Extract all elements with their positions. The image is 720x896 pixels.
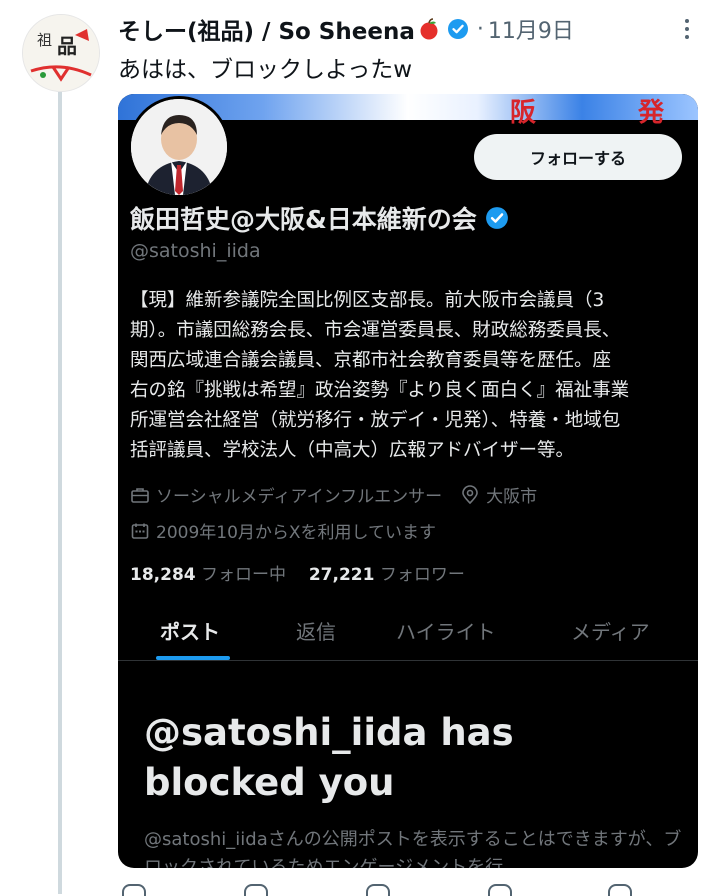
- separator-dot: ·: [476, 16, 484, 42]
- active-tab-indicator: [156, 656, 230, 660]
- repost-icon[interactable]: [244, 884, 268, 896]
- svg-text:品: 品: [57, 34, 77, 58]
- apple-emoji-icon: [417, 17, 441, 41]
- profile-display-name: 飯田哲史@大阪&日本維新の会: [130, 200, 509, 236]
- followers-count[interactable]: 27,221: [309, 565, 375, 585]
- bio-line: 【現】維新参議院全国比例区支部長。前大阪市会議員（3: [130, 290, 605, 311]
- bio-line: 関西広域連合議会議員、京都市社会教育委員等を歴任。座: [130, 350, 612, 371]
- blocked-description: @satoshi_iidaさんの公開ポストを表示することはできますが、ブロックさ…: [144, 829, 682, 868]
- tab-highlights[interactable]: ハイライト: [396, 616, 496, 645]
- tweet-actions: [118, 884, 698, 896]
- verified-badge-icon: [447, 18, 469, 40]
- views-icon[interactable]: [488, 884, 512, 896]
- author-avatar[interactable]: 祖 品: [22, 14, 100, 92]
- profile-tabs: ポスト 返信 ハイライト メディア: [118, 600, 698, 661]
- profile-joined-row: 2009年10月からXを利用しています: [130, 518, 436, 543]
- profile-info-row: ソーシャルメディアインフルエンサー 大阪市: [130, 482, 537, 507]
- svg-text:祖: 祖: [37, 31, 52, 49]
- tab-posts[interactable]: ポスト: [160, 616, 220, 645]
- profile-stats: 18,284 フォロー中 27,221 フォロワー: [130, 560, 465, 585]
- more-options-icon[interactable]: [674, 16, 700, 42]
- thread-line: [58, 92, 62, 894]
- tweet-date[interactable]: 11月9日: [488, 13, 574, 45]
- profile-bio: 【現】維新参議院全国比例区支部長。前大阪市会議員（3 期）。市議団総務会長、市会…: [130, 286, 690, 466]
- calendar-icon: [131, 523, 149, 539]
- author-name[interactable]: そしー(祖品) / So Sheena: [118, 12, 415, 46]
- like-icon[interactable]: [366, 884, 390, 896]
- reply-icon[interactable]: [122, 884, 146, 896]
- tab-media[interactable]: メディア: [571, 616, 650, 645]
- profile-display-name-text: 飯田哲史@大阪&日本維新の会: [130, 205, 477, 234]
- embedded-profile-screenshot[interactable]: 阪 発 フォローする 飯田哲史@大阪&日本維新の会 @satoshi_iida …: [118, 94, 698, 868]
- following-count[interactable]: 18,284: [130, 565, 196, 585]
- follow-button[interactable]: フォローする: [474, 134, 682, 180]
- bio-line: 所運営会社経営（就労移行・放デイ・児発）、特養・地域包: [130, 410, 621, 431]
- bio-line: 右の銘『挑戦は希望』政治姿勢『より良く面白く』福祉事業: [130, 380, 630, 401]
- profile-photo: [128, 96, 230, 198]
- bookmark-icon[interactable]: [608, 884, 632, 896]
- tweet-header: そしー(祖品) / So Sheena · 11月9日: [118, 12, 700, 46]
- bio-line: 括評議員、学校法人（中高大）広報アドバイザー等。: [130, 440, 575, 461]
- profile-joined: 2009年10月からXを利用しています: [156, 523, 437, 543]
- tab-replies[interactable]: 返信: [296, 616, 336, 645]
- location-pin-icon: [462, 484, 478, 504]
- following-label[interactable]: フォロー中: [201, 565, 286, 585]
- profile-verified-icon: [485, 207, 508, 229]
- tweet-text: あはは、ブロックしよったw: [118, 57, 413, 83]
- briefcase-icon: [131, 487, 149, 503]
- blocked-title: @satoshi_iida has blocked you: [144, 711, 514, 804]
- followers-label[interactable]: フォロワー: [380, 565, 465, 585]
- profile-location: 大阪市: [486, 487, 538, 507]
- profile-handle: @satoshi_iida: [130, 240, 261, 262]
- bio-line: 期）。市議団総務会長、市会運営委員長、財政総務委員長、: [130, 320, 621, 341]
- profile-category: ソーシャルメディアインフルエンサー: [156, 487, 443, 507]
